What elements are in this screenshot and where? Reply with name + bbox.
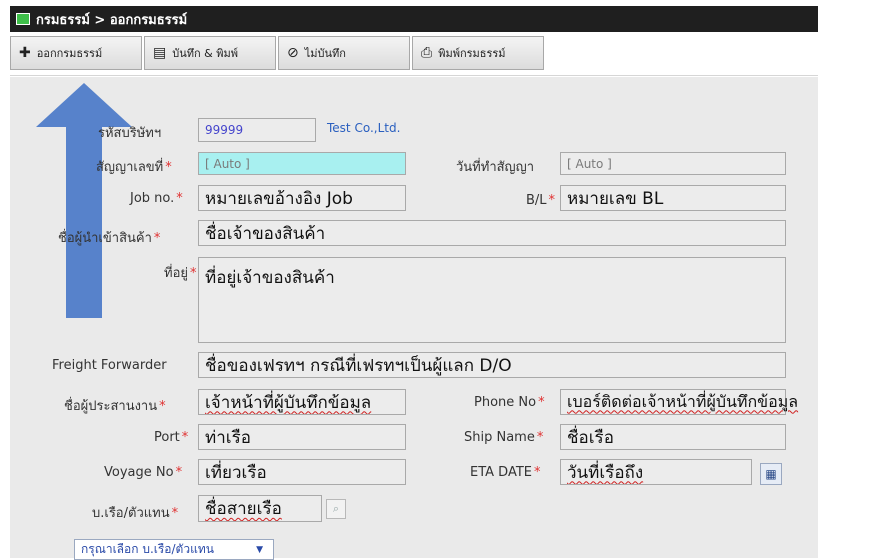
company-code-field[interactable]: 99999 [198,118,316,142]
address-label: ที่อยู่ * [164,266,197,281]
ship-name-field[interactable]: ชื่อเรือ [560,424,786,450]
print-policy-label: พิมพ์กรมธรรม์ [438,47,506,60]
window-titlebar: กรมธรรม์ > ออกกรมธรรม์ [10,6,818,32]
shipping-agent-select-value: กรุณาเลือก บ.เรือ/ตัวแทน [81,542,214,556]
annotation-arrow [36,83,132,318]
shipping-agent-select[interactable]: กรุณาเลือก บ.เรือ/ตัวแทน ▼ [74,539,274,560]
address-value: ที่อยู่เจ้าของสินค้า [205,268,335,288]
coordinator-value: เจ้าหน้าที่ผู้บันทึกข้อมูล [205,392,372,413]
window-title: กรมธรรม์ > ออกกรมธรรม์ [36,12,188,28]
eta-value: วันที่เรือถึง [567,462,644,483]
issue-policy-label: ออกกรมธรรม์ [36,47,103,60]
port-field[interactable]: ท่าเรือ [198,424,406,450]
save-print-button[interactable]: ▤ บันทึก & พิมพ์ [144,36,276,70]
company-code-label: รหัสบริษัทฯ [98,126,162,141]
importer-field[interactable]: ชื่อเจ้าของสินค้า [198,220,786,246]
phone-field[interactable]: เบอร์ติดต่อเจ้าหน้าที่ผู้บันทึกข้อมูล [560,389,798,415]
job-no-field[interactable]: หมายเลขอ้างอิง Job [198,185,406,211]
contract-no-field[interactable]: [ Auto ] [198,152,406,175]
issue-policy-button[interactable]: ✚ ออกกรมธรรม์ [10,36,142,70]
save-print-label: บันทึก & พิมพ์ [172,47,238,60]
importer-label: ชื่อผู้นำเข้าสินค้า * [58,231,161,246]
job-no-label: Job no. * [130,191,183,206]
cancel-icon: ⊘ [287,45,299,61]
no-save-button[interactable]: ⊘ ไม่บันทึก [278,36,410,70]
phone-label: Phone No * [474,395,545,410]
coordinator-field[interactable]: เจ้าหน้าที่ผู้บันทึกข้อมูล [198,389,406,415]
freight-forwarder-label: Freight Forwarder [52,358,167,373]
contract-no-label: สัญญาเลขที่ * [96,160,172,175]
shipping-agent-field[interactable]: ชื่อสายเรือ [198,495,322,522]
search-icon[interactable]: ⌕ [326,499,346,519]
voyage-field[interactable]: เที่ยวเรือ [198,459,406,485]
freight-forwarder-field[interactable]: ชื่อของเฟรทฯ กรณีที่เฟรทฯเป็นผู้แลก D/O [198,352,786,378]
ship-name-label: Ship Name * [464,430,544,445]
bl-field[interactable]: หมายเลข BL [560,185,786,211]
port-label: Port * [154,430,189,445]
voyage-label: Voyage No * [104,465,183,480]
shipping-agent-value: ชื่อสายเรือ [205,499,282,519]
print-policy-button[interactable]: ⎙ พิมพ์กรมธรรม์ [412,36,544,70]
calendar-icon[interactable]: ▦ [760,463,782,485]
contract-date-field[interactable]: [ Auto ] [560,152,786,175]
phone-value: เบอร์ติดต่อเจ้าหน้าที่ผู้บันทึกข้อมูล [567,391,799,411]
printer-icon: ⎙ [421,45,433,61]
window-icon [16,13,30,25]
save-icon: ▤ [153,45,167,61]
coordinator-label: ชื่อผู้ประสานงาน * [64,399,166,414]
plus-icon: ✚ [19,45,31,61]
bl-label: B/L * [526,193,556,208]
contract-date-label: วันที่ทำสัญญา [456,160,535,175]
address-field[interactable]: ที่อยู่เจ้าของสินค้า [198,257,786,343]
eta-label: ETA DATE * [470,465,541,480]
chevron-down-icon: ▼ [256,544,263,555]
eta-field[interactable]: วันที่เรือถึง [560,459,752,485]
company-name: Test Co.,Ltd. [327,121,401,135]
shipping-agent-label: บ.เรือ/ตัวแทน * [92,506,179,521]
no-save-label: ไม่บันทึก [304,47,346,60]
toolbar: ✚ ออกกรมธรรม์ ▤ บันทึก & พิมพ์ ⊘ ไม่บันท… [10,32,818,76]
